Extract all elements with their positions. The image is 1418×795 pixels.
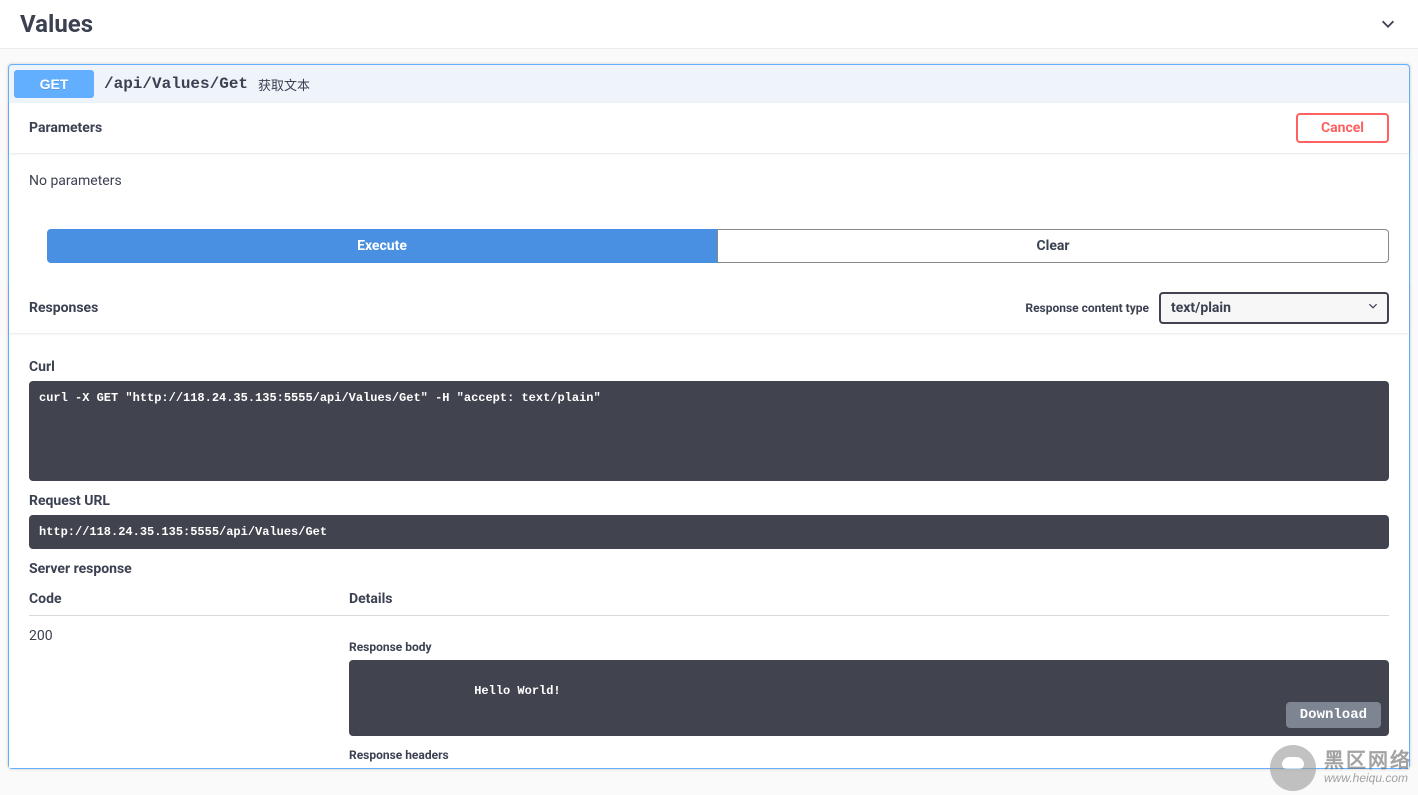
response-row: 200 Response body Hello World! Download … bbox=[29, 616, 1389, 768]
parameters-header: Parameters Cancel bbox=[9, 103, 1409, 153]
request-url-value[interactable]: http://118.24.35.135:5555/api/Values/Get bbox=[29, 515, 1389, 549]
parameters-body: No parameters bbox=[9, 153, 1409, 209]
chevron-down-icon bbox=[1378, 14, 1398, 34]
response-body[interactable]: Hello World! Download bbox=[349, 660, 1389, 736]
clear-button[interactable]: Clear bbox=[717, 229, 1389, 263]
operation-summary[interactable]: GET /api/Values/Get 获取文本 bbox=[9, 65, 1409, 103]
curl-label: Curl bbox=[29, 359, 1389, 375]
status-code: 200 bbox=[29, 628, 349, 768]
response-body-label: Response body bbox=[349, 640, 1389, 654]
parameters-heading: Parameters bbox=[29, 120, 102, 136]
details-column-header: Details bbox=[349, 591, 1389, 607]
response-body-value: Hello World! bbox=[474, 684, 560, 698]
curl-command[interactable]: curl -X GET "http://118.24.35.135:5555/a… bbox=[29, 381, 1389, 481]
tag-header[interactable]: Values bbox=[0, 0, 1418, 49]
response-content-type-label: Response content type bbox=[1025, 301, 1149, 315]
responses-heading: Responses bbox=[29, 300, 98, 316]
download-button[interactable]: Download bbox=[1286, 702, 1381, 728]
responses-body: Curl curl -X GET "http://118.24.35.135:5… bbox=[9, 333, 1409, 768]
request-url-label: Request URL bbox=[29, 493, 1389, 509]
responses-header: Responses Response content type text/pla… bbox=[9, 283, 1409, 333]
chevron-down-icon bbox=[1367, 300, 1379, 316]
tag-title: Values bbox=[20, 10, 93, 38]
response-headers-label: Response headers bbox=[349, 748, 1389, 762]
operation-path: /api/Values/Get bbox=[94, 75, 258, 93]
response-content-type-value: text/plain bbox=[1171, 300, 1231, 316]
method-badge: GET bbox=[14, 70, 94, 98]
execute-wrapper: Execute Clear bbox=[9, 209, 1409, 283]
cancel-button[interactable]: Cancel bbox=[1296, 113, 1389, 143]
code-column-header: Code bbox=[29, 591, 349, 607]
no-parameters-text: No parameters bbox=[29, 173, 122, 189]
response-content-type-select[interactable]: text/plain bbox=[1159, 292, 1389, 324]
operation-description: 获取文本 bbox=[258, 75, 310, 94]
watermark-en: www.heiqu.com bbox=[1324, 772, 1412, 785]
execute-button[interactable]: Execute bbox=[47, 229, 717, 263]
operation-block: GET /api/Values/Get 获取文本 Parameters Canc… bbox=[8, 64, 1410, 769]
server-response-label: Server response bbox=[29, 561, 1389, 577]
